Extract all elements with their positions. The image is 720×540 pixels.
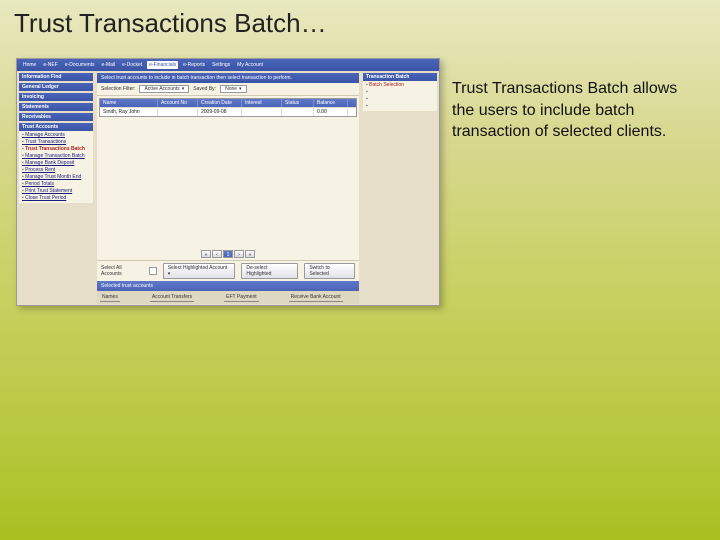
- pager-last[interactable]: »: [245, 250, 255, 258]
- pager-first[interactable]: «: [201, 250, 211, 258]
- tab-names[interactable]: Names: [100, 293, 120, 302]
- transaction-batch-links: Batch Selection: [363, 81, 437, 111]
- nav-home[interactable]: Home: [21, 61, 38, 69]
- nav-efinancials[interactable]: e-Financials: [147, 61, 178, 69]
- pager-page-1[interactable]: 1: [223, 250, 233, 258]
- savedby-select[interactable]: None: [220, 85, 246, 93]
- link-batch-3[interactable]: [366, 96, 434, 103]
- panel-statements[interactable]: Statements: [19, 103, 93, 111]
- nav-enef[interactable]: e-NEF: [41, 61, 59, 69]
- panel-trust-accounts[interactable]: Trust Accounts: [19, 123, 93, 131]
- slide-description: Trust Transactions Batch allows the user…: [452, 78, 702, 143]
- tab-eft-payment[interactable]: EFT Payment: [224, 293, 258, 302]
- chevron-down-icon: [239, 85, 242, 93]
- cell-balance: 0.00: [314, 108, 348, 116]
- select-highlighted-button[interactable]: Select Highlighted Account ▾: [163, 263, 236, 279]
- accounts-grid: Name Account No Creation Date Interest S…: [99, 98, 357, 117]
- select-all-label: Select All Accounts: [101, 265, 143, 277]
- trust-links: Manage Accounts Trust Transactions Trust…: [19, 131, 93, 203]
- nav-edocs[interactable]: e-Documents: [63, 61, 97, 69]
- cell-status: [282, 108, 314, 116]
- select-all-checkbox[interactable]: [149, 267, 157, 275]
- filter-accounts-select[interactable]: Active Accounts: [139, 85, 189, 93]
- panel-info-find[interactable]: Information Find: [19, 73, 93, 81]
- tab-receive-bank[interactable]: Receive Bank Account: [289, 293, 343, 302]
- link-manage-trust-month-end[interactable]: Manage Trust Month End: [22, 174, 90, 181]
- savedby-label: Saved By:: [193, 86, 216, 92]
- grid-header: Name Account No Creation Date Interest S…: [100, 99, 356, 107]
- selected-accounts-header: Selected trust accounts: [97, 281, 359, 291]
- grid-empty-area: [97, 119, 359, 248]
- nav-ereports[interactable]: e-Reports: [181, 61, 207, 69]
- selection-bar: Select All Accounts Select Highlighted A…: [97, 260, 359, 281]
- chevron-down-icon: [182, 85, 185, 93]
- link-manage-accounts[interactable]: Manage Accounts: [22, 132, 90, 139]
- slide: Trust Transactions Batch… Home e-NEF e-D…: [0, 0, 720, 540]
- panel-general-ledger[interactable]: General Ledger: [19, 83, 93, 91]
- pager-next[interactable]: ›: [234, 250, 244, 258]
- center-pane: Select trust accounts to include in batc…: [97, 73, 359, 304]
- nav-myaccount[interactable]: My Account: [235, 61, 265, 69]
- switch-selected-button[interactable]: Switch to Selected: [304, 263, 355, 279]
- link-batch-selection[interactable]: Batch Selection: [366, 82, 434, 89]
- col-name[interactable]: Name: [100, 99, 158, 107]
- app-window: Home e-NEF e-Documents e-Mail e-Docket e…: [16, 58, 440, 306]
- left-sidebar: Information Find General Ledger Invoicin…: [17, 71, 95, 306]
- top-nav: Home e-NEF e-Documents e-Mail e-Docket e…: [17, 59, 439, 71]
- link-trust-transactions-batch[interactable]: Trust Transactions Batch: [22, 146, 90, 153]
- deselect-highlighted-button[interactable]: De-select Highlighted: [241, 263, 298, 279]
- link-manage-bank-deposit[interactable]: Manage Bank Deposit: [22, 160, 90, 167]
- cell-creation: 2009-09-08: [198, 108, 242, 116]
- link-period-totals[interactable]: Period Totals: [22, 181, 90, 188]
- col-accountno[interactable]: Account No: [158, 99, 198, 107]
- link-trust-transactions[interactable]: Trust Transactions: [22, 139, 90, 146]
- tab-account-transfers[interactable]: Account Transfers: [150, 293, 194, 302]
- col-creation[interactable]: Creation Date: [198, 99, 242, 107]
- link-batch-2[interactable]: [366, 89, 434, 96]
- cell-accountno: [158, 108, 198, 116]
- pager: « ‹ 1 › »: [97, 248, 359, 260]
- col-interest[interactable]: Interest: [242, 99, 282, 107]
- link-manage-transaction-batch[interactable]: Manage Transaction Batch: [22, 153, 90, 160]
- right-sidebar: Transaction Batch Batch Selection: [361, 71, 439, 306]
- filter-bar: Selection Filter: Active Accounts Saved …: [97, 83, 359, 96]
- panel-invoicing[interactable]: Invoicing: [19, 93, 93, 101]
- col-status[interactable]: Status: [282, 99, 314, 107]
- link-batch-4[interactable]: [366, 103, 434, 110]
- slide-title: Trust Transactions Batch…: [14, 8, 327, 39]
- cell-name: Smith, Ray John: [100, 108, 158, 116]
- app-body: Information Find General Ledger Invoicin…: [17, 71, 439, 306]
- cell-interest: [242, 108, 282, 116]
- col-balance[interactable]: Balance: [314, 99, 348, 107]
- link-close-trust-period[interactable]: Close Trust Period: [22, 195, 90, 202]
- nav-email[interactable]: e-Mail: [100, 61, 118, 69]
- nav-settings[interactable]: Settings: [210, 61, 232, 69]
- link-print-trust-statement[interactable]: Print Trust Statement: [22, 188, 90, 195]
- bottom-tabs: Names Account Transfers EFT Payment Rece…: [97, 291, 359, 304]
- table-row[interactable]: Smith, Ray John 2009-09-08 0.00: [100, 107, 356, 116]
- instruction-bar: Select trust accounts to include in batc…: [97, 73, 359, 83]
- filter-label: Selection Filter:: [101, 86, 135, 92]
- panel-receivables[interactable]: Receivables: [19, 113, 93, 121]
- link-process-rent[interactable]: Process Rent: [22, 167, 90, 174]
- panel-transaction-batch[interactable]: Transaction Batch: [363, 73, 437, 81]
- nav-edocket[interactable]: e-Docket: [120, 61, 144, 69]
- pager-prev[interactable]: ‹: [212, 250, 222, 258]
